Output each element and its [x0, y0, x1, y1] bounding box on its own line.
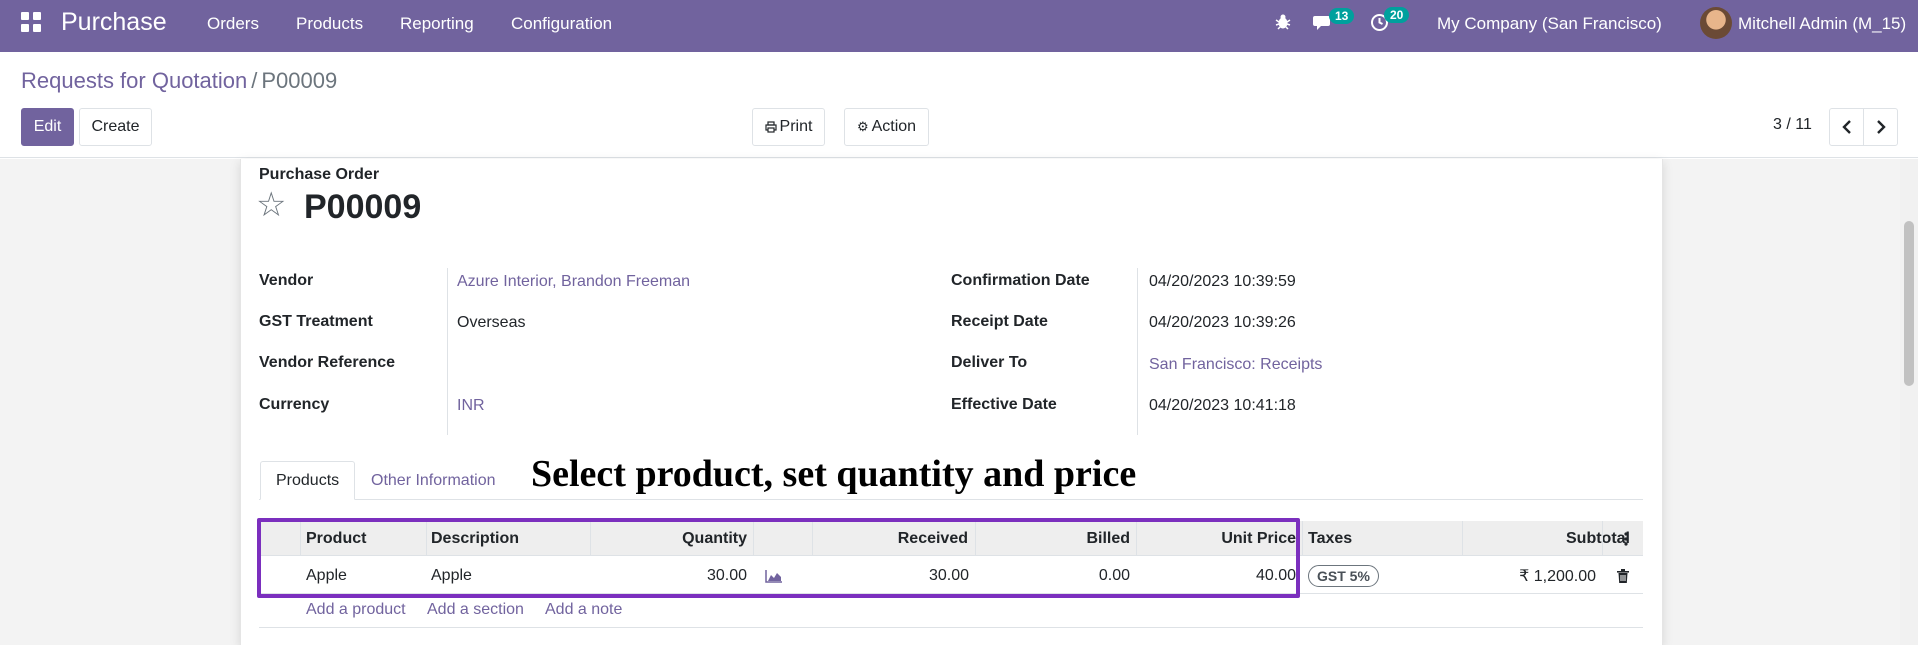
- chevron-left-icon: [1841, 120, 1851, 134]
- effective-date-field[interactable]: 04/20/2023 10:41:18: [1149, 397, 1296, 415]
- currency-field[interactable]: INR: [457, 397, 485, 415]
- bug-icon[interactable]: [1274, 13, 1292, 31]
- table-row[interactable]: Apple Apple 30.00 30.00 0.00 40.00 GST 5…: [259, 557, 1643, 594]
- confirmation-date-field[interactable]: 04/20/2023 10:39:59: [1149, 273, 1296, 291]
- menu-configuration[interactable]: Configuration: [511, 14, 612, 34]
- top-navbar: Purchase Orders Products Reporting Confi…: [0, 0, 1918, 52]
- breadcrumb-separator: /: [251, 68, 258, 93]
- scrollbar-thumb[interactable]: [1904, 221, 1914, 386]
- order-name: P00009: [304, 188, 422, 226]
- tab-other-information[interactable]: Other Information: [356, 461, 511, 500]
- action-label: Action: [871, 118, 917, 135]
- add-product-link[interactable]: Add a product: [306, 601, 406, 619]
- apps-grid-icon[interactable]: [21, 12, 41, 32]
- gst-treatment-field[interactable]: Overseas: [457, 314, 525, 332]
- activities-badge: 20: [1384, 7, 1410, 23]
- col-received[interactable]: Received: [812, 521, 974, 556]
- breadcrumb-parent[interactable]: Requests for Quotation: [21, 68, 247, 93]
- left-field-divider: [447, 268, 448, 435]
- cell-subtotal: ₹ 1,200.00: [1519, 567, 1596, 585]
- messages-badge: 13: [1329, 8, 1355, 24]
- add-section-link[interactable]: Add a section: [427, 601, 524, 619]
- chevron-right-icon: [1876, 120, 1886, 134]
- gear-icon: ⚙: [856, 119, 869, 134]
- col-description[interactable]: Description: [425, 521, 585, 556]
- vendor-label: Vendor: [259, 272, 314, 289]
- currency-label: Currency: [259, 396, 330, 413]
- col-taxes[interactable]: Taxes: [1302, 521, 1462, 556]
- cell-billed[interactable]: 0.00: [975, 557, 1136, 594]
- effective-date-label: Effective Date: [951, 396, 1057, 413]
- avatar[interactable]: [1700, 7, 1732, 39]
- company-switcher[interactable]: My Company (San Francisco): [1437, 14, 1662, 34]
- breadcrumb-current: P00009: [261, 68, 338, 93]
- confirmation-date-label: Confirmation Date: [951, 272, 1090, 289]
- kebab-menu-icon[interactable]: [1608, 521, 1643, 556]
- create-button[interactable]: Create: [79, 108, 152, 146]
- cell-unit-price[interactable]: 40.00: [1136, 557, 1302, 594]
- tab-products[interactable]: Products: [260, 461, 356, 500]
- vendor-field[interactable]: Azure Interior, Brandon Freeman: [457, 273, 690, 291]
- cell-taxes[interactable]: GST 5%: [1302, 557, 1462, 594]
- form-title-label: Purchase Order: [259, 166, 380, 183]
- breadcrumb: Requests for Quotation / P00009: [21, 68, 337, 94]
- deliver-to-label: Deliver To: [951, 354, 1028, 371]
- trash-icon[interactable]: [1608, 557, 1638, 594]
- gst-treatment-label: GST Treatment: [259, 313, 373, 330]
- action-button[interactable]: ⚙ Action: [844, 108, 929, 146]
- deliver-to-field[interactable]: San Francisco: Receipts: [1149, 356, 1322, 374]
- edit-button[interactable]: Edit: [21, 108, 74, 146]
- star-icon[interactable]: ☆: [256, 188, 286, 222]
- cell-received[interactable]: 30.00: [812, 557, 975, 594]
- print-label: Print: [779, 118, 813, 135]
- tutorial-annotation: Select product, set quantity and price: [531, 453, 1137, 495]
- menu-reporting[interactable]: Reporting: [400, 14, 474, 34]
- col-quantity-label: Quantity: [682, 529, 747, 547]
- cell-quantity[interactable]: 30.00: [590, 557, 753, 594]
- receipt-date-label: Receipt Date: [951, 313, 1048, 330]
- table-header: Product Description Quantity Received Bi…: [259, 521, 1643, 556]
- pager-value[interactable]: 3 / 11: [1773, 116, 1812, 134]
- col-unit-price[interactable]: Unit Price: [1136, 521, 1302, 556]
- scrollbar[interactable]: [1900, 159, 1918, 645]
- user-menu[interactable]: Mitchell Admin (M_15): [1738, 14, 1906, 34]
- col-billed[interactable]: Billed: [975, 521, 1136, 556]
- table-bottom-border: [259, 627, 1643, 628]
- menu-products[interactable]: Products: [296, 14, 363, 34]
- app-name[interactable]: Purchase: [61, 8, 167, 37]
- pager-next-button[interactable]: [1863, 108, 1898, 146]
- tax-badge: GST 5%: [1308, 564, 1379, 587]
- col-product[interactable]: Product: [300, 521, 422, 556]
- pager-previous-button[interactable]: [1829, 108, 1864, 146]
- cell-product[interactable]: Apple: [300, 557, 425, 594]
- print-icon: [764, 121, 777, 133]
- control-panel: Requests for Quotation / P00009 Edit Creat…: [0, 52, 1918, 158]
- area-chart-icon[interactable]: [759, 557, 809, 594]
- print-button[interactable]: Print: [752, 108, 825, 146]
- menu-orders[interactable]: Orders: [207, 14, 259, 34]
- add-note-link[interactable]: Add a note: [545, 601, 622, 619]
- right-field-divider: [1137, 268, 1138, 435]
- receipt-date-field[interactable]: 04/20/2023 10:39:26: [1149, 314, 1296, 332]
- vendor-reference-label: Vendor Reference: [259, 354, 396, 371]
- cell-description[interactable]: Apple: [425, 557, 590, 594]
